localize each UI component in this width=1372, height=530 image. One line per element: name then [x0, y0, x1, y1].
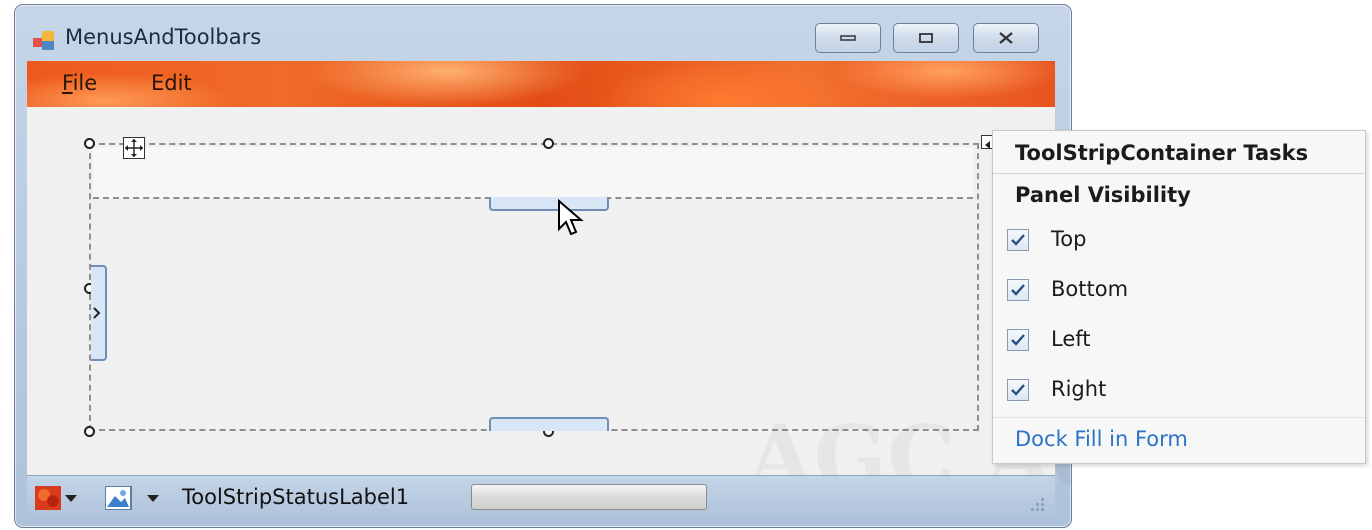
divider: [993, 173, 1365, 174]
resize-handle[interactable]: [84, 426, 95, 437]
divider: [993, 417, 1365, 418]
checkmark-icon: [1011, 384, 1025, 396]
bottom-panel-expander[interactable]: [489, 417, 609, 431]
section-header: Panel Visibility: [1015, 183, 1191, 207]
status-progress-bar: [471, 484, 707, 510]
tool-strip-container[interactable]: [89, 143, 979, 431]
menu-file-mnemonic: F: [62, 71, 73, 95]
menu-strip: File Edit: [27, 61, 1055, 107]
restore-icon: [919, 33, 933, 43]
checkbox-label: Bottom: [1051, 277, 1129, 301]
minimize-icon: [840, 35, 856, 41]
checkmark-icon: [1011, 334, 1025, 346]
smart-tag-tasks-panel: ToolStripContainer Tasks Panel Visibilit…: [992, 130, 1366, 464]
size-grip-icon[interactable]: [1027, 496, 1045, 514]
right-checkbox[interactable]: [1007, 379, 1029, 401]
checkmark-icon: [1011, 234, 1025, 246]
menu-file-rest: ile: [72, 71, 98, 95]
top-panel-expander[interactable]: [489, 197, 609, 211]
close-button[interactable]: [973, 23, 1039, 53]
title-bar[interactable]: MenusAndToolbars: [15, 5, 1071, 61]
minimize-button[interactable]: [815, 23, 881, 53]
flower-image-icon[interactable]: [35, 486, 79, 510]
mouse-cursor-icon: [558, 199, 584, 236]
status-strip: ToolStripStatusLabel1: [27, 475, 1055, 520]
top-checkbox[interactable]: [1007, 229, 1029, 251]
move-icon[interactable]: [123, 137, 145, 159]
menu-edit[interactable]: Edit: [151, 71, 192, 95]
form-window: MenusAndToolbars File Edit ToolStripStat…: [14, 4, 1072, 528]
form-client-area: AGC Academy: [27, 107, 1071, 508]
checkbox-label: Left: [1051, 327, 1091, 351]
checkbox-label: Right: [1051, 377, 1107, 401]
left-panel-expander[interactable]: [91, 265, 107, 361]
left-checkbox[interactable]: [1007, 329, 1029, 351]
picture-icon[interactable]: [105, 486, 163, 510]
resize-handle[interactable]: [84, 138, 95, 149]
bottom-checkbox[interactable]: [1007, 279, 1029, 301]
resize-handle[interactable]: [543, 138, 554, 149]
checkbox-label: Top: [1051, 227, 1087, 251]
close-icon: [999, 32, 1013, 44]
checkmark-icon: [1011, 284, 1025, 296]
window-title: MenusAndToolbars: [65, 25, 262, 49]
status-label: ToolStripStatusLabel1: [182, 485, 410, 509]
dock-fill-link[interactable]: Dock Fill in Form: [1015, 427, 1188, 451]
chevron-right-icon: [93, 307, 101, 319]
restore-button[interactable]: [893, 23, 959, 53]
menu-file[interactable]: File: [62, 71, 97, 95]
app-icon: [33, 31, 54, 50]
tasks-title: ToolStripContainer Tasks: [1015, 141, 1309, 165]
